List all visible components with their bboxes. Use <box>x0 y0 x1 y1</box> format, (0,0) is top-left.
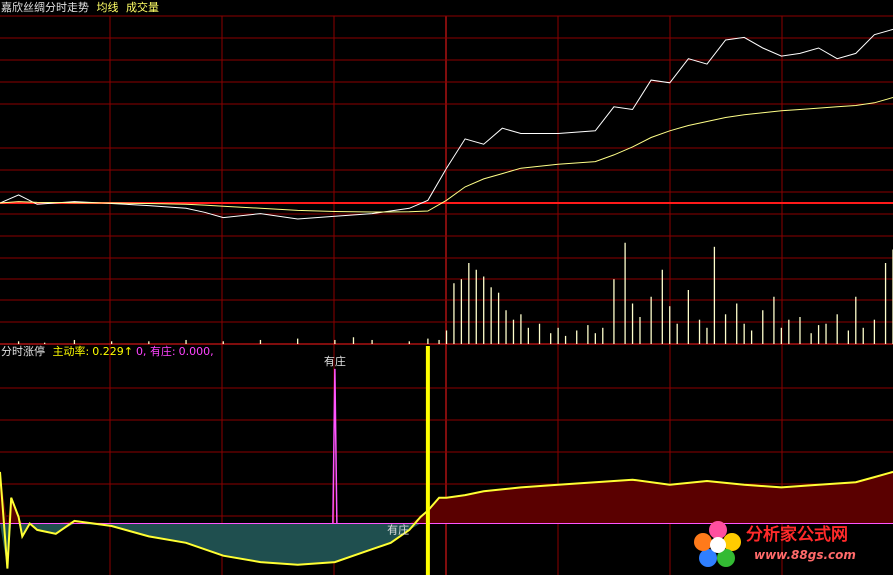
legend-avg: 均线 <box>96 1 119 14</box>
watermark: 分析家公式网 www.88gs.com <box>690 514 890 572</box>
legend-volume: 成交量 <box>126 1 159 14</box>
watermark-name: 分析家公式网 <box>746 525 848 545</box>
stock-title: 嘉欣丝绸分时走势 <box>1 1 89 14</box>
flower-logo-icon <box>694 521 741 567</box>
zhuang-value: 0.000, <box>178 345 214 358</box>
watermark-url: www.88gs.com <box>754 548 856 562</box>
zhuang-spike <box>332 368 338 524</box>
chart-title: 嘉欣丝绸分时走势 均线 成交量 <box>1 1 159 14</box>
indicator-title: 分时涨停 主动率: 0.229↑ 0, 有庄: 0.000, <box>1 345 214 358</box>
zhuang-label: 有庄: <box>149 345 176 358</box>
second-value: 0, <box>135 345 147 358</box>
spike-label: 有庄 <box>324 354 346 368</box>
base-label: 有庄 <box>387 522 409 536</box>
indicator-name: 分时涨停 <box>1 345 45 358</box>
chart-canvas: 有庄 有庄 <box>0 15 893 575</box>
metric-label: 主动率: <box>52 345 90 358</box>
metric-value: 0.229 <box>92 345 124 358</box>
up-arrow-icon: ↑ <box>123 345 133 358</box>
